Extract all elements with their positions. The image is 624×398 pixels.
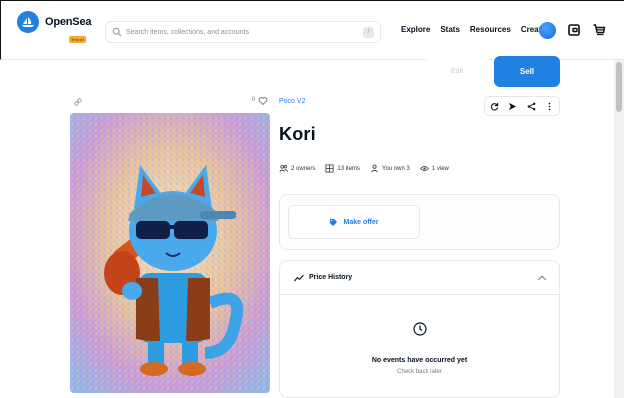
brand-name: OpenSea <box>45 16 92 28</box>
owners-label: 2 owners <box>291 165 316 172</box>
price-history-header[interactable]: Price History <box>280 261 559 295</box>
offer-panel: Make offer <box>279 194 560 250</box>
nft-title: Kori <box>279 124 316 144</box>
main-nav: Explore Stats Resources Create <box>401 25 546 34</box>
eye-icon <box>420 166 429 171</box>
make-offer-button[interactable]: Make offer <box>288 205 420 239</box>
wallet-icon[interactable] <box>567 23 581 37</box>
top-navbar: OpenSea Testnet Search items, collection… <box>0 0 624 60</box>
views-label: 1 view <box>431 165 449 172</box>
empty-state-title: No events have occurred yet <box>371 357 468 364</box>
item-stats: 2 owners 13 items You own 3 1 view <box>279 164 449 173</box>
price-history-title: Price History <box>309 274 353 281</box>
you-own-label: You own 3 <box>382 165 410 172</box>
heart-icon[interactable] <box>258 96 268 106</box>
page-scrollbar[interactable] <box>614 60 624 398</box>
avatar-icon[interactable] <box>539 22 556 39</box>
cart-icon[interactable] <box>592 23 606 37</box>
items-label: 13 items <box>337 165 361 172</box>
opensea-logo-icon <box>17 11 39 33</box>
owners-stat[interactable]: 2 owners <box>279 164 315 173</box>
trend-icon <box>294 274 304 281</box>
image-card-header: 0 <box>70 96 270 112</box>
refresh-icon[interactable] <box>489 101 500 112</box>
search-bar[interactable]: Search items, collections, and accounts … <box>105 21 381 43</box>
favorite-count: 0 <box>252 97 256 103</box>
edit-button[interactable]: Edit <box>426 56 488 87</box>
views-stat: 1 view <box>420 164 449 173</box>
search-icon <box>112 27 122 37</box>
price-history-panel: Price History No events have occurred ye… <box>279 260 560 398</box>
make-offer-label: Make offer <box>343 218 379 226</box>
user-icon <box>371 164 379 173</box>
search-placeholder: Search items, collections, and accounts <box>126 28 249 36</box>
chevron-up-icon[interactable] <box>537 273 547 283</box>
opensea-logo[interactable]: OpenSea <box>17 11 91 33</box>
more-icon[interactable] <box>544 101 555 112</box>
you-own-stat[interactable]: You own 3 <box>370 164 410 173</box>
nav-explore[interactable]: Explore <box>401 25 430 34</box>
items-stat: 13 items <box>325 164 360 173</box>
send-icon[interactable] <box>507 101 518 112</box>
owners-icon <box>279 164 288 172</box>
nav-resources[interactable]: Resources <box>470 25 511 34</box>
testnet-badge: Testnet <box>69 36 86 43</box>
nav-stats[interactable]: Stats <box>440 25 460 34</box>
sell-button[interactable]: Sell <box>494 56 560 87</box>
collection-link[interactable]: Poco V2 <box>279 98 305 105</box>
scrollbar-thumb[interactable] <box>616 62 622 112</box>
tag-icon <box>330 218 338 226</box>
search-shortcut-key: / <box>363 27 374 38</box>
item-actions <box>484 96 560 116</box>
items-icon <box>325 164 334 173</box>
share-icon[interactable] <box>526 101 537 112</box>
clock-icon <box>413 322 427 336</box>
link-icon <box>74 98 82 106</box>
nft-image[interactable] <box>70 113 270 393</box>
empty-state-subtitle: Check back later <box>397 369 442 375</box>
